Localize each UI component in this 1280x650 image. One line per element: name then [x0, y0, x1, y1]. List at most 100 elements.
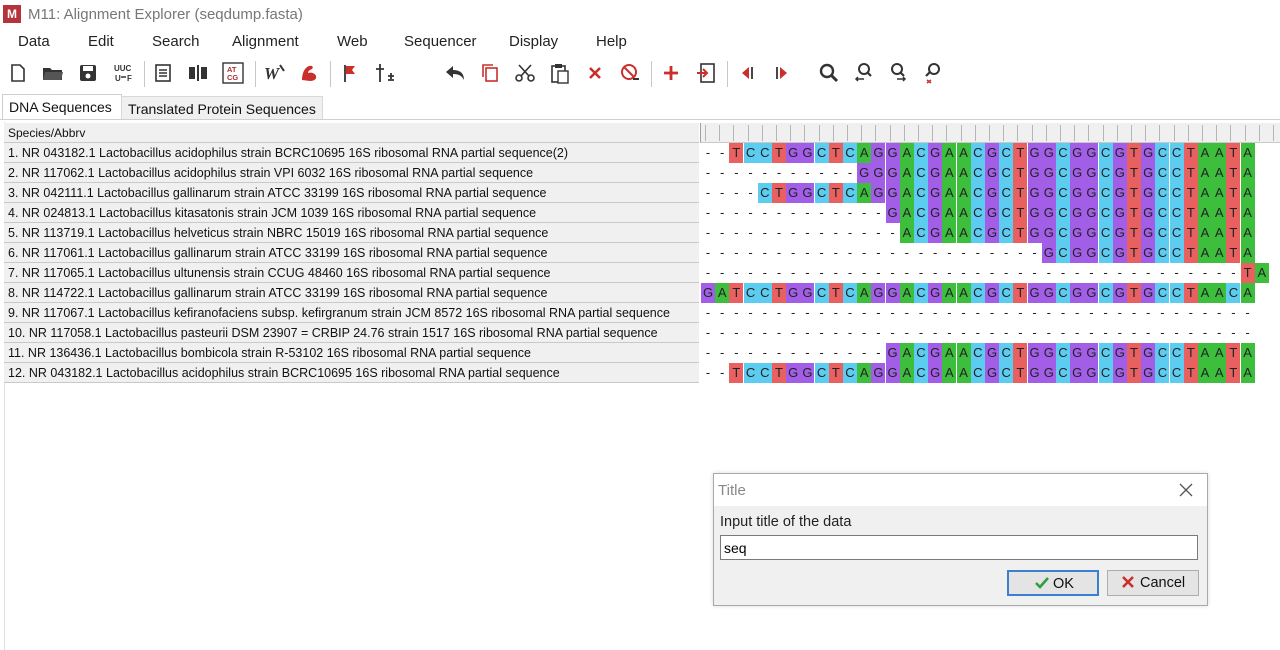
menu-display[interactable]: Display	[509, 33, 558, 50]
nucleotide-cell[interactable]: G	[1070, 163, 1085, 183]
gap-cell[interactable]: -	[729, 263, 743, 283]
gap-cell[interactable]: -	[957, 323, 971, 343]
nucleotide-cell[interactable]: G	[1070, 183, 1085, 203]
save-icon[interactable]	[76, 61, 100, 85]
menu-help[interactable]: Help	[596, 33, 627, 50]
gap-cell[interactable]: -	[715, 323, 729, 343]
nucleotide-cell[interactable]: G	[928, 343, 943, 363]
gap-cell[interactable]: -	[1170, 303, 1184, 323]
nucleotide-cell[interactable]: T	[1183, 363, 1198, 383]
gap-cell[interactable]: -	[758, 223, 772, 243]
gap-cell[interactable]: -	[715, 243, 729, 263]
nucleotide-cell[interactable]: A	[956, 163, 971, 183]
gap-cell[interactable]: -	[829, 223, 843, 243]
gap-cell[interactable]: -	[999, 303, 1013, 323]
nucleotide-cell[interactable]: G	[1041, 283, 1056, 303]
nucleotide-cell[interactable]: T	[828, 363, 843, 383]
nucleotide-cell[interactable]: A	[1198, 223, 1212, 243]
gap-cell[interactable]: -	[1141, 263, 1155, 283]
gap-cell[interactable]: -	[772, 243, 786, 263]
search-next-icon[interactable]	[887, 61, 911, 85]
nucleotide-cell[interactable]: G	[985, 363, 999, 383]
gap-cell[interactable]: -	[1013, 243, 1027, 263]
nucleotide-cell[interactable]: C	[757, 183, 772, 203]
nucleotide-cell[interactable]: G	[1141, 343, 1156, 363]
nucleotide-cell[interactable]: T	[1013, 223, 1028, 243]
gap-cell[interactable]: -	[843, 243, 857, 263]
gap-cell[interactable]: -	[729, 183, 743, 203]
nucleotide-cell[interactable]: C	[814, 143, 829, 163]
gap-cell[interactable]: -	[1198, 263, 1212, 283]
gap-cell[interactable]: -	[815, 323, 829, 343]
nucleotide-cell[interactable]: G	[701, 283, 715, 303]
gap-cell[interactable]: -	[985, 243, 999, 263]
nucleotide-cell[interactable]: G	[1084, 343, 1099, 363]
nucleotide-cell[interactable]: G	[1070, 283, 1085, 303]
gap-cell[interactable]: -	[1113, 303, 1127, 323]
gap-cell[interactable]: -	[971, 263, 985, 283]
gap-cell[interactable]: -	[1141, 323, 1155, 343]
nucleotide-cell[interactable]: C	[1056, 163, 1070, 183]
nucleotide-cell[interactable]: G	[871, 183, 886, 203]
gap-cell[interactable]: -	[786, 203, 800, 223]
gap-cell[interactable]: -	[1056, 263, 1070, 283]
nucleotide-cell[interactable]: T	[729, 363, 744, 383]
gap-cell[interactable]: -	[1028, 303, 1042, 323]
nucleotide-cell[interactable]: C	[1056, 243, 1070, 263]
nucleotide-cell[interactable]: C	[970, 183, 985, 203]
nucleotide-cell[interactable]: C	[970, 343, 985, 363]
gap-cell[interactable]: -	[1042, 323, 1056, 343]
nucleotide-cell[interactable]: A	[857, 183, 872, 203]
nucleotide-cell[interactable]: C	[1169, 223, 1184, 243]
gap-cell[interactable]: -	[715, 263, 729, 283]
nucleotide-cell[interactable]: T	[1226, 343, 1241, 363]
gap-cell[interactable]: -	[758, 303, 772, 323]
nucleotide-cell[interactable]: A	[899, 363, 914, 383]
gap-cell[interactable]: -	[729, 303, 743, 323]
nucleotide-cell[interactable]: G	[985, 343, 999, 363]
nucleotide-cell[interactable]: A	[942, 363, 957, 383]
nucleotide-cell[interactable]: G	[1112, 183, 1127, 203]
gap-cell[interactable]: -	[800, 163, 814, 183]
gap-cell[interactable]: -	[857, 343, 871, 363]
gap-cell[interactable]: -	[999, 243, 1013, 263]
nucleotide-cell[interactable]: G	[885, 283, 900, 303]
gap-cell[interactable]: -	[928, 323, 942, 343]
nucleotide-cell[interactable]: G	[1141, 183, 1156, 203]
nucleotide-cell[interactable]: A	[1212, 243, 1227, 263]
gap-cell[interactable]: -	[1056, 323, 1070, 343]
gap-cell[interactable]: -	[815, 263, 829, 283]
gap-cell[interactable]: -	[744, 243, 758, 263]
gap-cell[interactable]: -	[1184, 323, 1198, 343]
nucleotide-cell[interactable]: C	[1098, 283, 1113, 303]
nucleotide-cell[interactable]: T	[1226, 203, 1241, 223]
sequence-row[interactable]: GATCCTGGCTCAGGACGAACGCTGGCGGCGTGCCTAACA	[701, 283, 1280, 303]
nucleotide-cell[interactable]: T	[1127, 363, 1141, 383]
gap-cell[interactable]: -	[900, 243, 914, 263]
nucleotide-cell[interactable]: C	[999, 183, 1014, 203]
gap-cell[interactable]: -	[999, 323, 1013, 343]
gap-cell[interactable]: -	[715, 183, 729, 203]
nucleotide-cell[interactable]: A	[1212, 283, 1227, 303]
nucleotide-cell[interactable]: G	[786, 283, 801, 303]
gap-cell[interactable]: -	[758, 343, 772, 363]
nucleotide-cell[interactable]: T	[1127, 203, 1141, 223]
undo-icon[interactable]	[443, 61, 467, 85]
gap-cell[interactable]: -	[701, 263, 715, 283]
close-icon[interactable]	[1177, 481, 1195, 499]
gap-cell[interactable]: -	[843, 303, 857, 323]
gap-cell[interactable]: -	[985, 303, 999, 323]
cancel-button[interactable]: Cancel	[1107, 570, 1199, 596]
gap-cell[interactable]: -	[829, 323, 843, 343]
atcg-icon[interactable]: AT CG	[221, 61, 245, 85]
nucleotide-cell[interactable]: C	[1098, 223, 1113, 243]
nucleotide-cell[interactable]: A	[1212, 183, 1227, 203]
gap-cell[interactable]: -	[1099, 303, 1113, 323]
nucleotide-cell[interactable]: T	[1226, 143, 1241, 163]
gap-cell[interactable]: -	[772, 263, 786, 283]
sequence-row[interactable]: -------------GACGAACGCTGGCGGCGTGCCTAATA	[701, 343, 1280, 363]
nucleotide-cell[interactable]: C	[1056, 343, 1070, 363]
nucleotide-cell[interactable]: G	[1112, 283, 1127, 303]
menu-sequencer[interactable]: Sequencer	[404, 33, 477, 50]
gap-cell[interactable]: -	[1127, 323, 1141, 343]
